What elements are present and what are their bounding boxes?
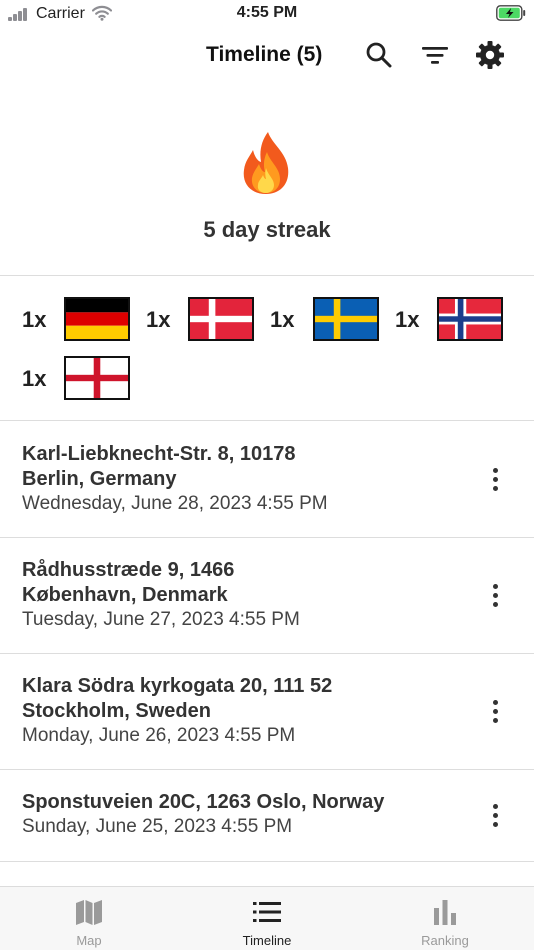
flag-count-england: 1x xyxy=(22,366,47,391)
timeline-row[interactable]: Klara Södra kyrkogata 20, 111 52 Stockho… xyxy=(0,654,534,770)
row-date: Wednesday, June 28, 2023 4:55 PM xyxy=(22,493,328,514)
flag-count-germany: 1x xyxy=(22,307,47,332)
norway-flag-icon[interactable] xyxy=(437,297,503,341)
flag-count-sweden: 1x xyxy=(270,307,295,332)
bar-chart-icon xyxy=(430,897,460,927)
filter-icon xyxy=(422,47,448,64)
fire-icon xyxy=(238,130,294,196)
navigation-header: Timeline (5) xyxy=(0,28,534,82)
flag-count-denmark: 1x xyxy=(146,307,171,332)
row-date: Tuesday, June 27, 2023 4:55 PM xyxy=(22,609,300,630)
timeline-row[interactable]: Sponstuveien 20C, 1263 Oslo, Norway Sund… xyxy=(0,770,534,862)
tab-ranking[interactable]: Ranking xyxy=(356,887,534,950)
row-city: København, Denmark xyxy=(22,584,228,606)
page-title: Timeline (5) xyxy=(206,43,323,66)
more-options-button[interactable] xyxy=(482,578,508,612)
timeline-row[interactable]: Rådhusstræde 9, 1466 København, Denmark … xyxy=(0,538,534,654)
flag-count-norway: 1x xyxy=(395,307,420,332)
sweden-flag-icon[interactable] xyxy=(313,297,379,341)
tab-map[interactable]: Map xyxy=(0,887,178,950)
timeline-row[interactable]: Karl-Liebknecht-Str. 8, 10178 Berlin, Ge… xyxy=(0,422,534,538)
search-icon xyxy=(366,42,392,68)
row-date: Sunday, June 25, 2023 4:55 PM xyxy=(22,816,293,837)
filter-button[interactable] xyxy=(419,40,451,70)
streak-section: 5 day streak xyxy=(0,82,534,276)
tab-label-ranking: Ranking xyxy=(421,933,469,948)
tab-label-map: Map xyxy=(76,933,102,948)
streak-label: 5 day streak xyxy=(203,217,331,242)
tab-bar: Map Timeline Ranking xyxy=(0,886,534,950)
country-flags-summary: 1x 1x 1x 1x 1x xyxy=(0,277,534,421)
row-city: Berlin, Germany xyxy=(22,468,177,490)
row-address: Rådhusstræde 9, 1466 xyxy=(22,559,235,581)
tab-label-timeline: Timeline xyxy=(242,933,292,948)
denmark-flag-icon[interactable] xyxy=(188,297,254,341)
row-address: Klara Södra kyrkogata 20, 111 52 xyxy=(22,675,333,697)
row-address: Sponstuveien 20C, 1263 Oslo, Norway xyxy=(22,791,385,813)
status-time: 4:55 PM xyxy=(236,4,298,21)
map-icon xyxy=(74,897,104,927)
settings-button[interactable] xyxy=(474,40,506,70)
tab-timeline[interactable]: Timeline xyxy=(178,887,356,950)
list-icon xyxy=(252,897,282,927)
status-bar: Carrier 4:55 PM xyxy=(0,0,534,28)
gear-icon xyxy=(476,41,504,69)
search-button[interactable] xyxy=(363,40,395,70)
germany-flag-icon[interactable] xyxy=(64,297,130,341)
row-city: Stockholm, Sweden xyxy=(22,700,211,722)
battery-charging-icon xyxy=(496,5,526,21)
more-options-button[interactable] xyxy=(482,694,508,728)
england-flag-icon[interactable] xyxy=(64,356,130,400)
row-address: Karl-Liebknecht-Str. 8, 10178 xyxy=(22,443,296,465)
row-date: Monday, June 26, 2023 4:55 PM xyxy=(22,725,296,746)
more-options-button[interactable] xyxy=(482,798,508,832)
more-options-button[interactable] xyxy=(482,462,508,496)
